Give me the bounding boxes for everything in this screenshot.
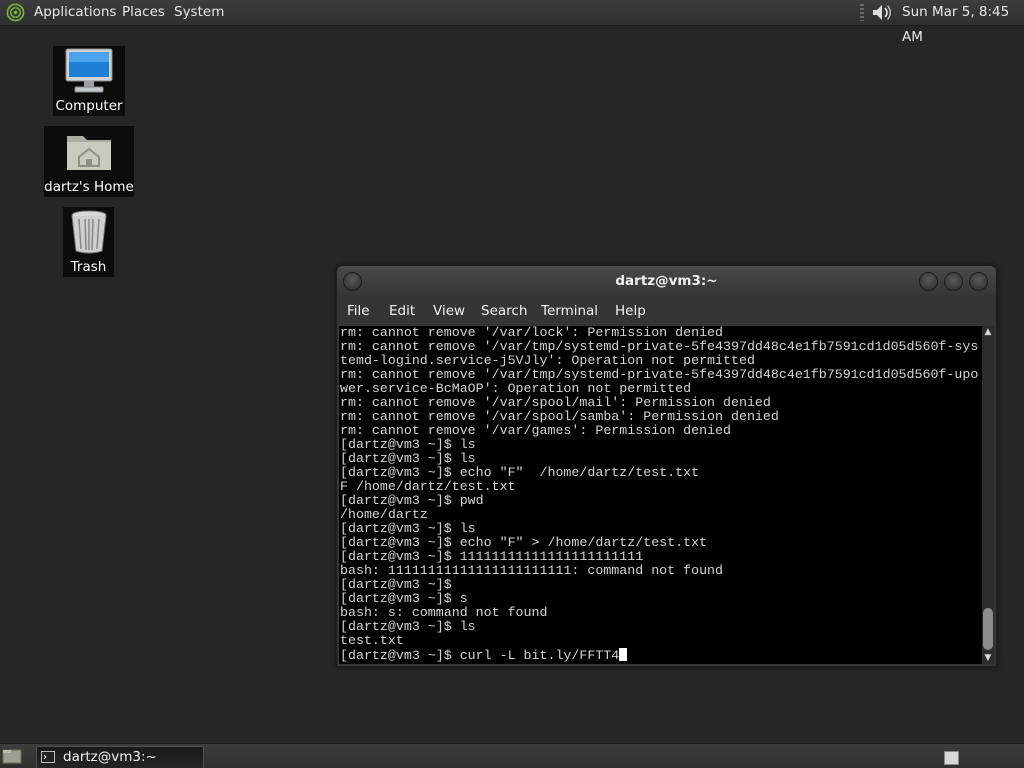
bottom-panel: dartz@vm3:~ (0, 743, 1024, 768)
terminal-lines: rm: cannot remove '/var/lock': Permissio… (340, 326, 978, 663)
terminal-line-text: /home/dartz (340, 507, 428, 522)
top-panel: Applications Places System Sun Mar 5, 8:… (0, 0, 1024, 45)
terminal-line: [dartz@vm3 ~]$ ls (340, 438, 978, 452)
terminal-line-text: F /home/dartz/test.txt (340, 479, 516, 494)
terminal-line: /home/dartz (340, 508, 978, 522)
applications-menu[interactable]: Applications (34, 0, 116, 25)
taskbar-terminal-button[interactable]: dartz@vm3:~ (36, 746, 204, 768)
terminal-line: [dartz@vm3 ~]$ curl -L bit.ly/FFTT4 (340, 648, 978, 663)
terminal-line-text: [dartz@vm3 ~]$ ls (340, 451, 476, 466)
scrollbar-thumb[interactable] (983, 608, 993, 650)
terminal-output[interactable]: rm: cannot remove '/var/lock': Permissio… (339, 326, 982, 664)
terminal-line: temd-logind.service-j5VJly': Operation n… (340, 354, 978, 368)
terminal-line-text: [dartz@vm3 ~]$ (340, 577, 452, 592)
terminal-line: [dartz@vm3 ~]$ ls (340, 522, 978, 536)
terminal-line: bash: 11111111111111111111111: command n… (340, 564, 978, 578)
terminal-line: [dartz@vm3 ~]$ (340, 578, 978, 592)
terminal-line: F /home/dartz/test.txt (340, 480, 978, 494)
distro-logo-icon[interactable] (6, 3, 25, 22)
terminal-line-text: bash: s: command not found (340, 605, 548, 620)
terminal-line: rm: cannot remove '/var/games': Permissi… (340, 424, 978, 438)
terminal-line-text: bash: 11111111111111111111111: command n… (340, 563, 724, 578)
terminal-line: [dartz@vm3 ~]$ ls (340, 620, 978, 634)
terminal-line: rm: cannot remove '/var/spool/samba': Pe… (340, 410, 978, 424)
terminal-line-text: wer.service-BcMaOP': Operation not permi… (340, 381, 692, 396)
terminal-line: rm: cannot remove '/var/lock': Permissio… (340, 326, 978, 340)
minimize-button[interactable] (919, 272, 938, 291)
window-title: dartz@vm3:~ (615, 273, 718, 289)
desktop-icon-trash[interactable]: Trash (63, 207, 114, 277)
home-folder-icon (67, 136, 111, 170)
terminal-line-text: rm: cannot remove '/var/tmp/systemd-priv… (340, 367, 979, 382)
desktop-icon-label: Trash (70, 259, 107, 275)
terminal-icon (41, 751, 55, 763)
terminal-line-text: rm: cannot remove '/var/spool/mail': Per… (340, 395, 771, 410)
window-titlebar[interactable]: dartz@vm3:~ (337, 266, 996, 296)
terminal-line-text: [dartz@vm3 ~]$ ls (340, 437, 476, 452)
desktop-icon-home[interactable]: dartz's Home (44, 126, 134, 197)
terminal-line-text: [dartz@vm3 ~]$ echo "F" /home/dartz/test… (340, 465, 700, 480)
menu-file[interactable]: File (347, 296, 370, 326)
terminal-line-text: [dartz@vm3 ~]$ 11111111111111111111111 (340, 549, 644, 564)
terminal-line: [dartz@vm3 ~]$ ls (340, 452, 978, 466)
trash-icon (71, 210, 107, 254)
terminal-line: [dartz@vm3 ~]$ pwd (340, 494, 978, 508)
terminal-line-text: test.txt (340, 633, 404, 648)
terminal-menubar: File Edit View Search Terminal Help (337, 296, 996, 326)
terminal-line-text: [dartz@vm3 ~]$ s (340, 591, 468, 606)
terminal-line-text: rm: cannot remove '/var/games': Permissi… (340, 423, 731, 438)
desktop-icon-computer[interactable]: Computer (53, 46, 125, 116)
terminal-line: rm: cannot remove '/var/tmp/systemd-priv… (340, 368, 978, 382)
menu-search[interactable]: Search (481, 296, 527, 326)
terminal-line: bash: s: command not found (340, 606, 978, 620)
computer-icon (65, 48, 113, 93)
menu-view[interactable]: View (433, 296, 465, 326)
terminal-line: wer.service-BcMaOP': Operation not permi… (340, 382, 978, 396)
panel-separator (860, 4, 864, 21)
terminal-line: [dartz@vm3 ~]$ echo "F" /home/dartz/test… (340, 466, 978, 480)
show-desktop-icon[interactable] (2, 748, 22, 765)
terminal-line: rm: cannot remove '/var/tmp/systemd-priv… (340, 340, 978, 354)
menu-help[interactable]: Help (615, 296, 646, 326)
desktop-icon-label: dartz's Home (44, 179, 134, 195)
terminal-line: rm: cannot remove '/var/spool/mail': Per… (340, 396, 978, 410)
scroll-up-arrow-icon[interactable]: ▲ (982, 326, 994, 338)
terminal-line-text: rm: cannot remove '/var/lock': Permissio… (340, 326, 724, 340)
scroll-down-arrow-icon[interactable]: ▼ (982, 652, 994, 664)
terminal-line: test.txt (340, 634, 978, 648)
terminal-line-text: temd-logind.service-j5VJly': Operation n… (340, 353, 755, 368)
terminal-cursor (619, 648, 628, 661)
close-button[interactable] (969, 272, 988, 291)
taskbar-button-label: dartz@vm3:~ (63, 749, 157, 765)
terminal-line-text: [dartz@vm3 ~]$ ls (340, 619, 476, 634)
terminal-line-text: [dartz@vm3 ~]$ echo "F" > /home/dartz/te… (340, 535, 708, 550)
terminal-line: [dartz@vm3 ~]$ s (340, 592, 978, 606)
terminal-line-text: [dartz@vm3 ~]$ curl -L bit.ly/FFTT4 (340, 648, 620, 663)
terminal-scrollbar[interactable]: ▲ ▼ (982, 326, 994, 664)
menu-edit[interactable]: Edit (389, 296, 415, 326)
terminal-line: [dartz@vm3 ~]$ 11111111111111111111111 (340, 550, 978, 564)
desktop-icon-label: Computer (55, 98, 123, 114)
clock[interactable]: Sun Mar 5, 8:45 AM (902, 0, 1024, 45)
terminal-line-text: rm: cannot remove '/var/spool/samba': Pe… (340, 409, 779, 424)
terminal-line-text: [dartz@vm3 ~]$ ls (340, 521, 476, 536)
terminal-line: [dartz@vm3 ~]$ echo "F" > /home/dartz/te… (340, 536, 978, 550)
maximize-button[interactable] (944, 272, 963, 291)
system-menu[interactable]: System (174, 0, 224, 25)
terminal-line-text: rm: cannot remove '/var/tmp/systemd-priv… (340, 339, 979, 354)
volume-icon[interactable] (870, 2, 894, 23)
places-menu[interactable]: Places (122, 0, 165, 25)
terminal-window: dartz@vm3:~ File Edit View Search Termin… (336, 265, 997, 667)
menu-terminal[interactable]: Terminal (541, 296, 598, 326)
workspace-switcher[interactable] (944, 751, 959, 765)
terminal-line-text: [dartz@vm3 ~]$ pwd (340, 493, 484, 508)
